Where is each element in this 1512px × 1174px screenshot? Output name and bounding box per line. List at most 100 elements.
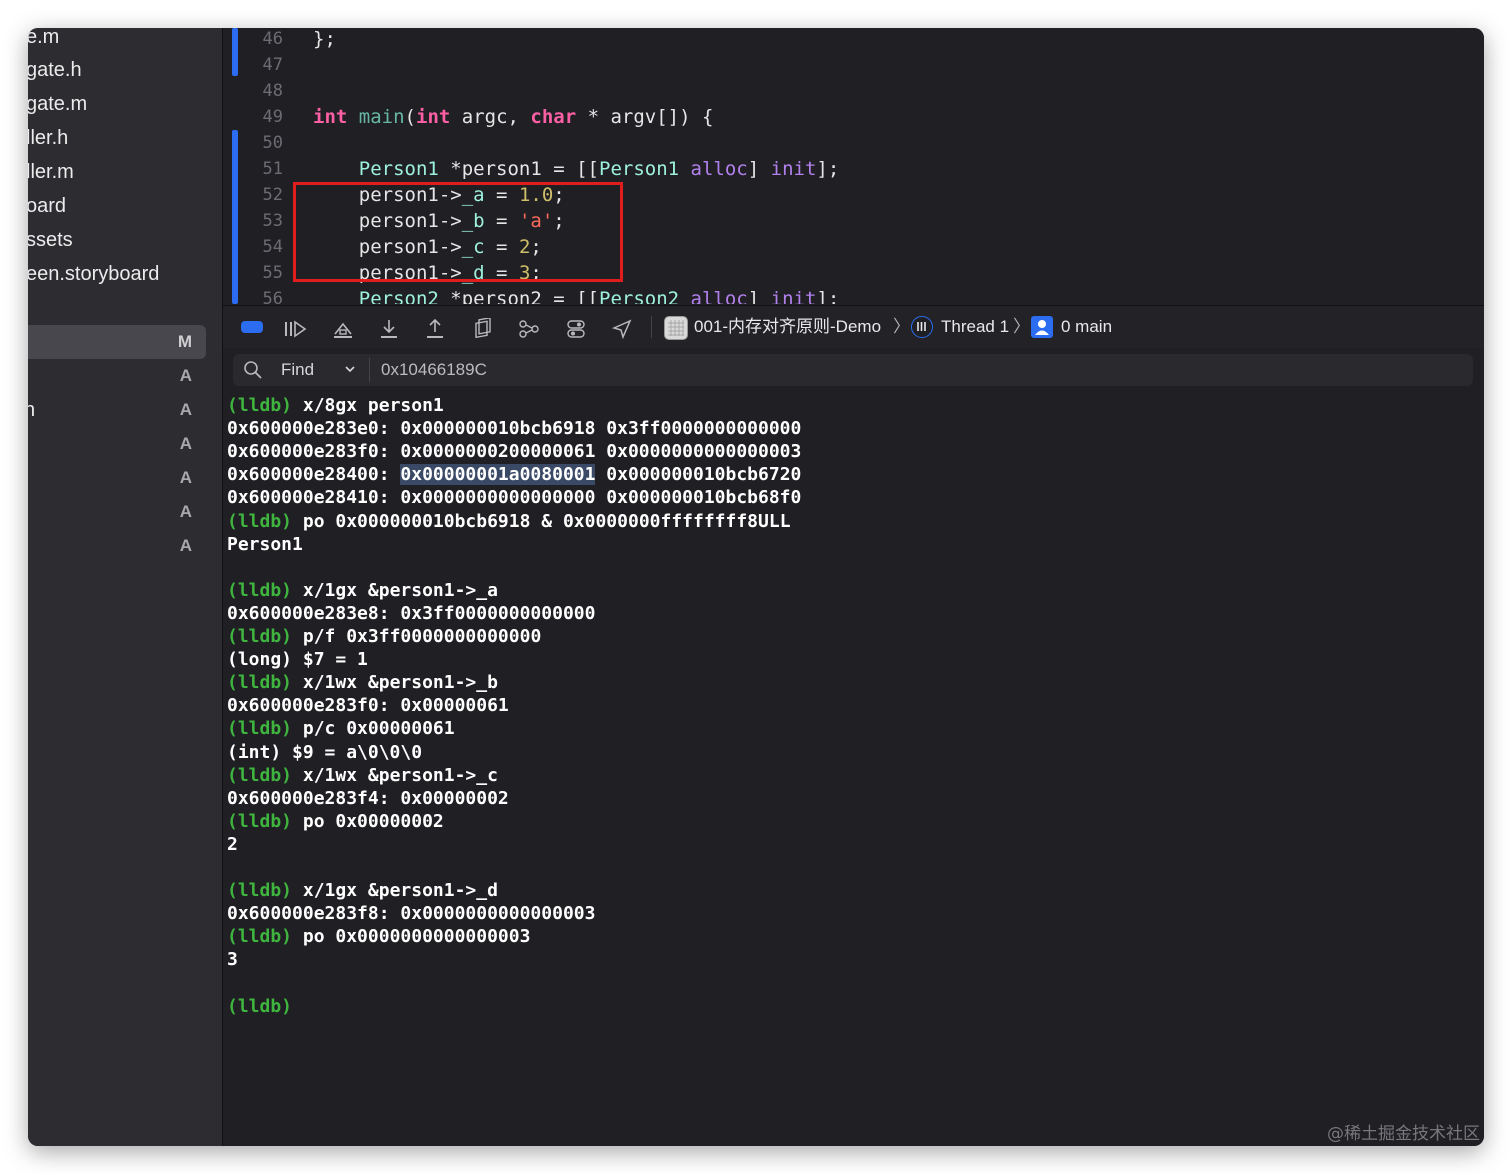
breadcrumb-target[interactable]: 001-内存对齐原则-Demo [694, 306, 881, 348]
code-line: 47 [223, 52, 1484, 78]
xcode-window: e.m gate.h gate.m ller.h ller.m oard sse… [28, 28, 1484, 1146]
find-field[interactable]: Find 0x10466189C [233, 354, 1473, 386]
file-item[interactable]: e.m [28, 28, 59, 54]
status-badge: M [177, 332, 192, 351]
lldb-prompt: (lldb) [227, 718, 293, 739]
console-output-line: 3 [227, 948, 238, 971]
line-number: 50 [262, 133, 283, 153]
console-text: p/c 0x00000061 [292, 718, 455, 739]
step-out-icon[interactable] [418, 306, 452, 348]
line-number: 49 [262, 107, 283, 127]
changed-file-row[interactable]: A [28, 427, 222, 461]
breadcrumb-frame[interactable]: 0 main [1061, 306, 1112, 348]
console-command-line: (lldb) po 0x0000000000000003 [227, 925, 530, 948]
lldb-prompt: (lldb) [227, 395, 293, 416]
project-navigator: e.m gate.h gate.m ller.h ller.m oard sse… [28, 28, 223, 1146]
console-command-line: (lldb) po 0x000000010bcb6918 & 0x0000000… [227, 510, 791, 533]
file-item[interactable]: gate.m [28, 87, 87, 121]
console-text: (long) $7 = 1 [227, 649, 368, 670]
status-badge: A [179, 502, 192, 521]
step-into-icon[interactable] [372, 306, 406, 348]
console-output-line: 0x600000e28410: 0x0000000000000000 0x000… [227, 486, 801, 509]
status-badge: A [179, 400, 192, 419]
status-badge: A [179, 536, 192, 555]
lldb-prompt: (lldb) [227, 926, 293, 947]
code-text: Person1 *person1 = [[Person1 alloc] init… [358, 158, 840, 180]
console-output-line: 0x600000e283f0: 0x0000000200000061 0x000… [227, 440, 801, 463]
line-number: 46 [262, 29, 283, 49]
chevron-down-icon[interactable] [343, 362, 357, 381]
console-text: 2 [227, 834, 238, 855]
source-editor[interactable]: 46 }; 47 48 49 int main(int argc, char *… [223, 28, 1484, 304]
chevron-right-icon: 〉 [893, 317, 910, 336]
debug-view-hierarchy-icon[interactable] [466, 306, 500, 348]
console-output-line: 0x600000e283e0: 0x000000010bcb6918 0x3ff… [227, 417, 801, 440]
console-text: 0x000000010bcb6720 [595, 464, 802, 485]
memory-graph-icon[interactable] [512, 306, 546, 348]
find-bar: Find 0x10466189C [223, 348, 1484, 392]
console-output-line: 0x600000e283f0: 0x00000061 [227, 694, 509, 717]
changed-file-row[interactable]: A [28, 359, 222, 393]
stack-frame-icon [1031, 316, 1053, 338]
code-text: }; [313, 28, 336, 50]
file-item[interactable]: oard [28, 189, 66, 223]
console-text: 0x600000e28400: [227, 464, 401, 485]
code-line: 49 int main(int argc, char * argv[]) { [223, 104, 1484, 130]
console-text: p/f 0x3ff0000000000000 [292, 626, 542, 647]
console-text: po 0x00000002 [292, 811, 444, 832]
debug-bar: 001-内存对齐原则-Demo 〉 Thread 1 〉 0 main [223, 305, 1484, 349]
file-item[interactable]: ssets [28, 223, 73, 257]
console-output-line: 0x600000e28400: 0x00000001a0080001 0x000… [227, 463, 801, 486]
console-text: x/8gx person1 [292, 395, 444, 416]
find-input[interactable]: 0x10466189C [381, 354, 487, 386]
selected-text: 0x00000001a0080001 [400, 464, 596, 485]
console-text: 0x600000e283f4: 0x00000002 [227, 788, 509, 809]
lldb-prompt: (lldb) [227, 765, 293, 786]
changed-file-row[interactable]: A [28, 529, 222, 563]
line-number: 52 [262, 185, 283, 205]
changed-file-row[interactable]: A [28, 461, 222, 495]
breakpoints-toggle-icon[interactable] [241, 321, 263, 333]
file-item[interactable]: gate.h [28, 53, 82, 87]
changed-file-name: n [28, 399, 36, 421]
console-command-line: (lldb) [227, 995, 292, 1018]
console-text: 0x600000e283e8: 0x3ff0000000000000 [227, 603, 596, 624]
code-text: Person2 *person2 = [[Person2 alloc] init… [358, 288, 840, 304]
debug-console[interactable]: (lldb) x/8gx person1 0x600000e283e0: 0x00… [223, 392, 1484, 1146]
changed-file-row[interactable]: A [28, 495, 222, 529]
step-over-icon[interactable] [326, 306, 360, 348]
console-text: 0x600000e283e0: 0x000000010bcb6918 0x3ff… [227, 418, 802, 439]
changed-file-row[interactable]: M [28, 325, 206, 359]
console-text: (int) $9 = a\0\0\0 [227, 742, 423, 763]
status-badge: A [179, 366, 192, 385]
file-item[interactable]: ller.m [28, 155, 74, 189]
line-number: 47 [262, 55, 283, 75]
status-badge: A [179, 468, 192, 487]
console-command-line: (lldb) p/c 0x00000061 [227, 717, 455, 740]
breadcrumb-thread[interactable]: Thread 1 [941, 306, 1009, 348]
file-item[interactable]: ller.h [28, 121, 68, 155]
code-line: 48 [223, 78, 1484, 104]
line-number: 51 [262, 159, 283, 179]
console-command-line: (lldb) p/f 0x3ff0000000000000 [227, 625, 541, 648]
continue-icon[interactable] [279, 306, 313, 348]
console-output-line: Person1 [227, 533, 303, 556]
console-text: x/1gx &person1->_a [292, 580, 498, 601]
console-text: 0x600000e283f0: 0x0000000200000061 0x000… [227, 441, 802, 462]
simulate-location-icon[interactable] [605, 306, 639, 348]
find-mode-label[interactable]: Find [281, 354, 314, 386]
console-text: x/1gx &person1->_d [292, 880, 498, 901]
thread-icon [911, 316, 933, 338]
file-item[interactable]: een.storyboard [28, 257, 159, 291]
console-text: po 0x000000010bcb6918 & 0x0000000fffffff… [292, 511, 791, 532]
environment-overrides-icon[interactable] [559, 306, 593, 348]
line-number: 53 [262, 211, 283, 231]
console-command-line: (lldb) x/1wx &person1->_c [227, 764, 498, 787]
line-number: 56 [262, 289, 283, 304]
console-text: 0x600000e283f0: 0x00000061 [227, 695, 509, 716]
console-command-line: (lldb) po 0x00000002 [227, 810, 444, 833]
changed-file-row[interactable]: n A [28, 393, 222, 427]
console-command-line: (lldb) x/1gx &person1->_d [227, 879, 498, 902]
code-line: 56 Person2 *person2 = [[Person2 alloc] i… [223, 286, 1484, 304]
watermark: @稀土掘金技术社区 [1327, 1124, 1480, 1144]
